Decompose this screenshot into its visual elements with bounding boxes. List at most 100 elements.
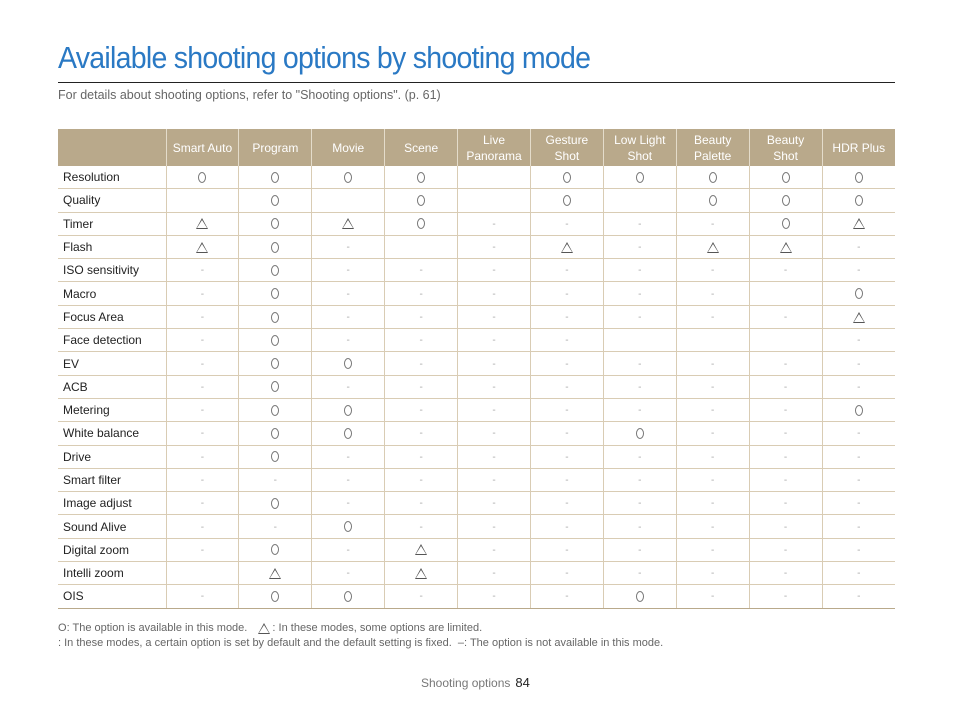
option-cell: -	[602, 258, 677, 283]
option-cell: -	[529, 212, 604, 236]
limited-triangle-icon	[415, 567, 428, 579]
not-available-dash: -	[492, 428, 496, 440]
not-available-dash: -	[783, 311, 788, 323]
table-header-row: Smart Auto Program Movie Scene Live Panorama G…	[58, 129, 895, 166]
option-cell: -	[384, 584, 458, 609]
row-label: Flash	[58, 235, 166, 260]
option-cell: -	[457, 305, 531, 330]
option-cell: -	[602, 351, 677, 376]
limited-triangle-icon	[269, 567, 282, 579]
not-available-dash: -	[492, 335, 496, 347]
available-circle-icon	[854, 404, 863, 416]
not-available-dash: -	[711, 381, 715, 393]
option-cell: -	[675, 351, 750, 376]
option-cell	[238, 328, 312, 353]
option-cell	[457, 188, 531, 213]
option-cell	[238, 258, 312, 283]
option-cell: -	[602, 491, 677, 516]
not-available-dash: -	[346, 451, 350, 463]
not-available-dash: -	[638, 521, 642, 533]
not-available-dash: -	[200, 498, 205, 510]
available-circle-icon	[635, 428, 644, 439]
available-circle-icon	[344, 428, 353, 439]
available-circle-icon	[562, 195, 571, 207]
option-cell	[602, 328, 677, 353]
option-cell: -	[165, 351, 239, 376]
row-label: Quality	[58, 188, 166, 213]
not-available-dash: -	[565, 335, 569, 347]
not-available-dash: -	[200, 405, 205, 417]
column-header-text: Palette	[694, 148, 732, 163]
available-circle-icon	[781, 218, 790, 230]
option-cell: -	[165, 305, 239, 330]
option-cell: -	[311, 375, 385, 399]
not-available-dash: -	[419, 265, 423, 277]
row-label: White balance	[58, 421, 166, 446]
table-row: White balance - - - - - - -	[58, 421, 895, 446]
option-cell	[165, 188, 239, 213]
column-header: Movie	[311, 129, 385, 166]
option-cell: -	[529, 328, 604, 353]
table-row: OIS - - - - - - -	[58, 584, 895, 609]
row-label: Resolution	[58, 166, 166, 190]
option-cell: -	[311, 538, 385, 563]
available-circle-icon	[271, 428, 280, 439]
option-cell: -	[238, 468, 312, 493]
option-cell	[384, 188, 458, 213]
column-header: HDR Plus	[821, 129, 895, 166]
option-cell	[384, 235, 458, 260]
option-cell: -	[311, 561, 385, 586]
not-available-dash: -	[783, 498, 788, 510]
option-cell: -	[675, 421, 750, 446]
legend-limited-text: : In these modes, some options are limit…	[272, 622, 483, 634]
option-cell: -	[675, 212, 750, 236]
option-cell: -	[602, 468, 677, 493]
not-available-dash: -	[711, 451, 715, 463]
option-cell	[238, 445, 312, 469]
option-cell: -	[602, 375, 677, 399]
option-cell: -	[384, 445, 458, 469]
row-label: ISO sensitivity	[58, 258, 166, 283]
not-available-dash: -	[346, 335, 350, 347]
option-cell	[748, 281, 823, 306]
option-cell: -	[384, 305, 458, 330]
row-label: Macro	[58, 281, 166, 306]
page-title: Available shooting options by shooting m…	[58, 40, 591, 75]
option-cell: -	[384, 375, 458, 399]
option-cell: -	[821, 445, 895, 469]
option-cell: -	[675, 468, 750, 493]
not-available-dash: -	[565, 428, 569, 440]
available-circle-icon	[271, 358, 280, 370]
option-cell: -	[602, 561, 677, 586]
option-cell: -	[602, 538, 677, 563]
option-cell	[238, 212, 312, 236]
not-available-dash: -	[565, 265, 569, 277]
option-cell	[602, 188, 677, 213]
option-cell: -	[311, 328, 385, 353]
option-cell: -	[457, 491, 531, 516]
not-available-dash: -	[783, 521, 788, 533]
column-header: Program	[238, 129, 312, 166]
option-cell: -	[821, 375, 895, 399]
not-available-dash: -	[200, 381, 205, 393]
available-symbol: O	[58, 622, 67, 634]
option-cell: -	[457, 328, 531, 353]
available-circle-icon	[271, 591, 280, 603]
option-cell: -	[748, 538, 823, 563]
table-row: EV - - - - - - - -	[58, 351, 895, 376]
available-circle-icon	[344, 358, 353, 370]
option-cell	[238, 421, 312, 446]
option-cell: -	[748, 561, 823, 586]
column-header-text: Low Light	[614, 132, 666, 147]
not-available-dash: -	[711, 311, 715, 323]
not-available-dash: -	[857, 475, 861, 486]
not-available-dash: -	[492, 358, 496, 370]
option-cell	[675, 328, 750, 353]
available-circle-icon	[271, 241, 280, 253]
legend-line-2: : In these modes, a certain option is se…	[58, 636, 663, 651]
option-cell: -	[602, 305, 677, 330]
option-cell: -	[384, 351, 458, 376]
not-available-dash: -	[492, 498, 496, 510]
not-available-dash: -	[346, 288, 350, 300]
option-cell: -	[821, 584, 895, 609]
